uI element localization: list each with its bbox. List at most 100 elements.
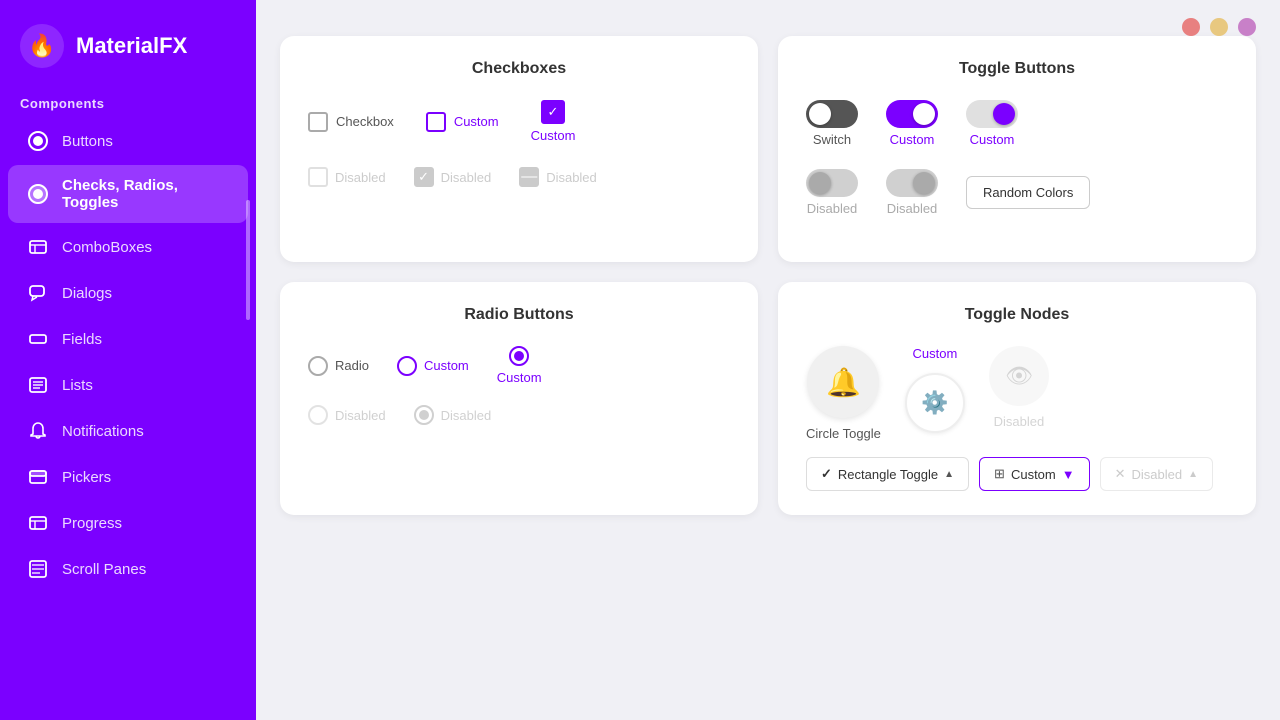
sidebar-header: 🔥 MaterialFX [0, 0, 256, 88]
notifications-icon [28, 421, 48, 441]
checkbox-d1-label: Disabled [335, 170, 386, 185]
radio-active-row: Radio Custom Custom [308, 346, 730, 385]
checkbox-2[interactable] [426, 112, 446, 132]
switch-3-label: Custom [970, 132, 1015, 147]
radio-disabled-1: Disabled [308, 405, 386, 425]
switch-3-knob [993, 103, 1015, 125]
filter-icon: ▼ [1062, 467, 1075, 482]
toggle-active-row: Switch Custom Custom [806, 100, 1228, 147]
sidebar-item-buttons[interactable]: Buttons [8, 119, 248, 163]
checkboxes-card: Checkboxes Checkbox Custom ✓ Custom [280, 36, 758, 262]
sidebar-item-pickers[interactable]: Pickers [8, 455, 248, 499]
checkbox-3[interactable]: ✓ [541, 100, 565, 124]
radio-3[interactable] [509, 346, 529, 366]
bell-icon: 🔔 [826, 366, 861, 399]
radio-item-3[interactable]: Custom [497, 346, 542, 385]
sidebar-item-lists[interactable]: Lists [8, 363, 248, 407]
checkbox-item-3[interactable]: ✓ Custom [531, 100, 576, 143]
x-icon: ✕ [1115, 466, 1126, 482]
custom-toggle-top-label: Custom [913, 346, 958, 361]
switch-1-label: Switch [813, 132, 851, 147]
circle-toggle-button[interactable]: 🔔 [807, 346, 879, 418]
radio-1[interactable] [308, 356, 328, 376]
checks-icon [28, 184, 48, 204]
toggle-buttons-title: Toggle Buttons [806, 60, 1228, 78]
sidebar-item-progress[interactable]: Progress [8, 501, 248, 545]
checkbox-disabled-2: ✓ Disabled [414, 167, 492, 187]
scroll-panes-icon [28, 559, 48, 579]
radio-3-label: Custom [497, 370, 542, 385]
sidebar-item-comboboxes[interactable]: ComboBoxes [8, 225, 248, 269]
sidebar-item-fields[interactable]: Fields [8, 317, 248, 361]
checkbox-d2: ✓ [414, 167, 434, 187]
checkbox-1-label: Checkbox [336, 114, 394, 129]
radio-item-2[interactable]: Custom [397, 356, 469, 376]
sidebar-item-label-dialogs: Dialogs [62, 285, 112, 302]
switch-d2-knob [913, 172, 935, 194]
custom-rect-toggle[interactable]: ⊞ Custom ▼ [979, 457, 1090, 491]
rect-toggle-row: ✓ Rectangle Toggle ▲ ⊞ Custom ▼ ✕ Disabl… [806, 457, 1228, 491]
checkbox-disabled-1: Disabled [308, 167, 386, 187]
disabled-toggle-label: Disabled [994, 414, 1045, 429]
radio-disabled-row: Disabled Disabled [308, 405, 730, 425]
switch-2[interactable] [886, 100, 938, 128]
disabled-toggle-wrap: 👁 Disabled [989, 346, 1049, 429]
top-dots [1182, 18, 1256, 36]
radio-2[interactable] [397, 356, 417, 376]
settings-icon: ⚙️ [921, 390, 948, 416]
sidebar-item-label-scroll-panes: Scroll Panes [62, 561, 146, 578]
sidebar-item-checks[interactable]: Checks, Radios, Toggles [8, 165, 248, 223]
radio-d2 [414, 405, 434, 425]
radio-buttons-title: Radio Buttons [308, 306, 730, 324]
cards-grid: Checkboxes Checkbox Custom ✓ Custom [280, 36, 1256, 515]
sidebar-item-dialogs[interactable]: Dialogs [8, 271, 248, 315]
rectangle-toggle[interactable]: ✓ Rectangle Toggle ▲ [806, 457, 969, 491]
checkbox-item-1[interactable]: Checkbox [308, 112, 394, 132]
switch-2-label: Custom [890, 132, 935, 147]
sidebar-item-scroll-panes[interactable]: Scroll Panes [8, 547, 248, 591]
switch-1[interactable] [806, 100, 858, 128]
checkbox-d3: — [519, 167, 539, 187]
chevron-up-icon-2: ▲ [1188, 469, 1198, 480]
switch-3[interactable] [966, 100, 1018, 128]
toggle-disabled-2: Disabled [886, 169, 938, 216]
toggle-disabled-row: Disabled Disabled Random Colors [806, 169, 1228, 216]
radio-d1 [308, 405, 328, 425]
checkboxes-active-row: Checkbox Custom ✓ Custom [308, 100, 730, 143]
disabled-rect-label: Disabled [1132, 467, 1183, 482]
checkbox-2-label: Custom [454, 114, 499, 129]
custom-toggle-wrap[interactable]: Custom ⚙️ [905, 346, 965, 433]
random-colors-button[interactable]: Random Colors [966, 176, 1090, 209]
fields-icon [28, 329, 48, 349]
radio-disabled-2: Disabled [414, 405, 492, 425]
toggle-switch-3[interactable]: Custom [966, 100, 1018, 147]
toggle-buttons-card: Toggle Buttons Switch Custom [778, 36, 1256, 262]
sidebar-item-notifications[interactable]: Notifications [8, 409, 248, 453]
chevron-up-icon: ▲ [944, 469, 954, 480]
sidebar-item-label-buttons: Buttons [62, 133, 113, 150]
disabled-toggle-button: 👁 [989, 346, 1049, 406]
radio-item-1[interactable]: Radio [308, 356, 369, 376]
rect-toggle-label: Rectangle Toggle [838, 467, 938, 482]
circle-toggle-wrap[interactable]: 🔔 Circle Toggle [806, 346, 881, 441]
toggle-switch-2[interactable]: Custom [886, 100, 938, 147]
app-title: MaterialFX [76, 33, 187, 59]
sidebar-item-label-fields: Fields [62, 331, 102, 348]
sidebar-item-label-pickers: Pickers [62, 469, 111, 486]
sidebar-item-label-lists: Lists [62, 377, 93, 394]
eye-icon: 👁 [1005, 363, 1033, 389]
switch-d1 [806, 169, 858, 197]
app-logo: 🔥 [20, 24, 64, 68]
dot-1 [1182, 18, 1200, 36]
switch-1-knob [809, 103, 831, 125]
toggle-nodes-card: Toggle Nodes 🔔 Circle Toggle Custom ⚙️ [778, 282, 1256, 515]
checkbox-1[interactable] [308, 112, 328, 132]
checkbox-item-2[interactable]: Custom [426, 112, 499, 132]
lists-icon [28, 375, 48, 395]
toggle-switch-1[interactable]: Switch [806, 100, 858, 147]
custom-toggle-button[interactable]: ⚙️ [905, 373, 965, 433]
sidebar-item-label-progress: Progress [62, 515, 122, 532]
checkbox-d2-label: Disabled [441, 170, 492, 185]
switch-d2-label: Disabled [887, 201, 938, 216]
sidebar-scroll: Buttons Checks, Radios, Toggles ComboBo [0, 117, 256, 720]
